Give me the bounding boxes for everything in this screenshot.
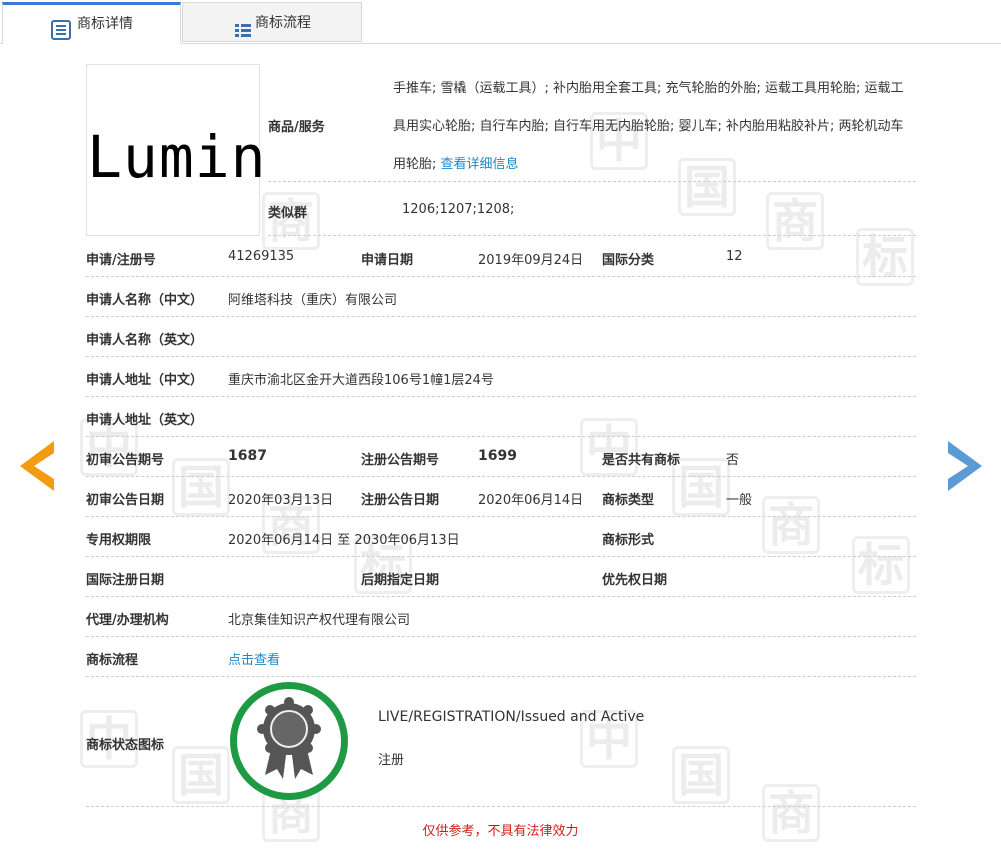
- trademark-image: Lumin: [86, 64, 267, 236]
- prelim-no-label: 初审公告期号: [86, 453, 165, 468]
- divider: [86, 636, 916, 637]
- tab-label: 商标详情: [77, 16, 133, 32]
- tab-label: 商标流程: [255, 15, 311, 31]
- tm-type-label: 商标类型: [602, 493, 655, 508]
- reg-pub-no-value: 1699: [478, 448, 517, 464]
- reg-no-value: 41269135: [228, 249, 295, 264]
- term-label: 专用权期限: [86, 533, 152, 548]
- watermark-mark: 国: [672, 746, 730, 804]
- divider: [86, 316, 916, 317]
- tab-bar: 商标详情 商标流程: [0, 0, 1001, 44]
- similar-group-value: 1206;1207;1208;: [402, 202, 515, 217]
- divider: [268, 181, 916, 182]
- watermark-mark: 国: [172, 458, 230, 516]
- process-link[interactable]: 点击查看: [228, 649, 280, 668]
- reg-pub-no-label: 注册公告期号: [361, 453, 440, 468]
- divider: [86, 806, 916, 807]
- prelim-date-label: 初审公告日期: [86, 493, 165, 508]
- divider: [86, 516, 916, 517]
- rosette-icon: [257, 697, 321, 779]
- similar-group-label: 类似群: [268, 206, 308, 221]
- trademark-logo-text: Lumin: [87, 123, 267, 191]
- divider: [86, 396, 916, 397]
- agent-label: 代理/办理机构: [86, 613, 169, 628]
- status-cn-text: 注册: [378, 753, 405, 768]
- reg-pub-date-label: 注册公告日期: [361, 493, 440, 508]
- tab-trademark-details[interactable]: 商标详情: [2, 2, 181, 44]
- watermark-mark: 标: [852, 536, 910, 594]
- intl-class-value: 12: [726, 249, 743, 264]
- address-en-label: 申请人地址（英文）: [86, 413, 204, 428]
- priority-date-label: 优先权日期: [602, 573, 668, 588]
- divider: [86, 436, 916, 437]
- reg-pub-date-value: 2020年06月14日: [478, 493, 584, 508]
- agent-value: 北京集佳知识产权代理有限公司: [228, 613, 411, 628]
- prelim-date-value: 2020年03月13日: [228, 493, 334, 508]
- status-icon-label: 商标状态图标: [86, 738, 165, 753]
- intl-class-label: 国际分类: [602, 253, 655, 268]
- applicant-en-label: 申请人名称（英文）: [86, 333, 204, 348]
- intl-reg-date-label: 国际注册日期: [86, 573, 165, 588]
- divider: [86, 556, 916, 557]
- tab-trademark-process[interactable]: 商标流程: [182, 2, 362, 42]
- disclaimer-note: 仅供参考，不具有法律效力: [422, 824, 579, 839]
- apply-date-label: 申请日期: [361, 253, 414, 268]
- divider: [86, 476, 916, 477]
- watermark-mark: 国: [672, 458, 730, 516]
- watermark-mark: 国: [172, 746, 230, 804]
- divider: [86, 356, 916, 357]
- shared-value: 否: [726, 453, 740, 468]
- registered-badge-icon: [230, 682, 348, 800]
- list-icon: [235, 15, 251, 55]
- watermark-mark: 商: [766, 192, 824, 250]
- watermark-mark: 商: [762, 496, 820, 554]
- divider: [268, 235, 916, 236]
- watermark-mark: 标: [856, 228, 914, 286]
- process-label: 商标流程: [86, 653, 139, 668]
- goods-services-text: 手推车; 雪橇（运载工具）; 补内胎用全套工具; 充气轮胎的外胎; 运载工具用轮…: [393, 70, 913, 184]
- goods-label: 商品/服务: [268, 120, 325, 135]
- address-cn-value: 重庆市渝北区金开大道西段106号1幢1层24号: [228, 373, 494, 388]
- divider: [86, 676, 916, 677]
- prelim-no-value: 1687: [228, 448, 267, 464]
- status-en-text: LIVE/REGISTRATION/Issued and Active: [378, 709, 645, 725]
- later-date-label: 后期指定日期: [361, 573, 440, 588]
- watermark-mark: 商: [262, 192, 320, 250]
- document-list-icon: [51, 17, 71, 55]
- reg-no-label: 申请/注册号: [86, 253, 156, 268]
- term-value: 2020年06月14日 至 2030年06月13日: [228, 533, 460, 548]
- shared-label: 是否共有商标: [602, 453, 681, 468]
- tm-type-value: 一般: [726, 493, 753, 508]
- divider: [86, 276, 916, 277]
- tm-form-label: 商标形式: [602, 533, 655, 548]
- applicant-cn-label: 申请人名称（中文）: [86, 293, 204, 308]
- view-details-link[interactable]: 查看详细信息: [441, 157, 519, 172]
- address-cn-label: 申请人地址（中文）: [86, 373, 204, 388]
- applicant-cn-value: 阿维塔科技（重庆）有限公司: [228, 293, 398, 308]
- divider: [86, 596, 916, 597]
- apply-date-value: 2019年09月24日: [478, 253, 584, 268]
